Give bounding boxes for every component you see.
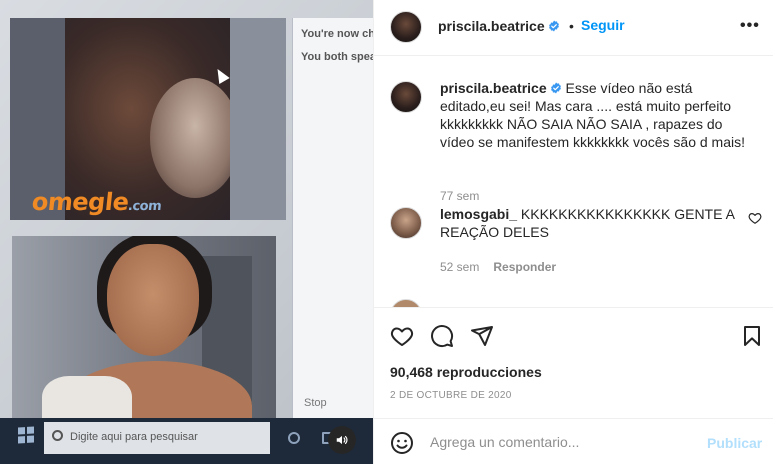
comment-timestamp[interactable]: 52 sem [440,260,479,274]
chat-panel: You're now ch You both spea [292,18,373,428]
heart-icon[interactable] [390,324,414,348]
comment-input[interactable] [430,431,690,453]
caption-username[interactable]: priscila.beatrice [440,80,547,96]
video-player[interactable]: omegle.com You're now ch You both spea S… [0,0,373,464]
comment-icon[interactable] [430,324,454,348]
cortana-icon [288,432,300,444]
search-icon [52,430,63,441]
post-actions: 90,468 reproducciones 2 DE OCTUBRE DE 20… [374,307,773,417]
author-username[interactable]: priscila.beatrice [438,18,545,34]
stranger-webcam: omegle.com [10,18,286,220]
view-count[interactable]: 90,468 reproducciones [390,364,542,380]
post-date[interactable]: 2 DE OCTUBRE DE 2020 [390,390,512,401]
verified-icon [548,20,559,32]
author-avatar[interactable] [390,81,422,113]
caption-timestamp[interactable]: 77 sem [440,189,479,203]
reply-button[interactable]: Responder [493,260,556,274]
follow-button[interactable]: Seguir [581,17,625,33]
volume-icon [336,435,348,445]
verified-icon [550,82,561,94]
post-header: priscila.beatrice • Seguir ••• [374,0,773,56]
commenter-avatar[interactable] [390,299,422,307]
stop-button-text: Stop [304,397,327,409]
separator-dot: • [569,18,574,34]
share-icon[interactable] [470,324,494,348]
emoji-icon[interactable] [390,431,414,455]
comment-item-partial [390,297,690,307]
more-options-button[interactable]: ••• [740,17,760,35]
windows-taskbar: Digite aqui para pesquisar [0,418,373,464]
mute-button[interactable] [328,426,356,454]
chat-line: You both spea [301,51,373,63]
bookmark-icon[interactable] [740,324,764,348]
omegle-logo: omegle.com [30,188,162,216]
author-avatar[interactable] [390,11,422,43]
comment-username[interactable]: lemosgabi_ [440,206,517,222]
add-comment-bar: Publicar [374,418,773,464]
comments-section[interactable]: priscila.beatrice Esse vídeo não está ed… [374,57,773,307]
publish-button[interactable]: Publicar [707,435,762,451]
comment-like-heart-icon[interactable] [748,211,762,225]
post-panel: priscila.beatrice • Seguir ••• priscila.… [373,0,773,464]
commenter-avatar[interactable] [390,207,422,239]
self-webcam [12,236,276,428]
chat-line: You're now ch [301,28,373,40]
windows-logo-icon [18,426,34,444]
taskbar-search: Digite aqui para pesquisar [44,422,270,454]
